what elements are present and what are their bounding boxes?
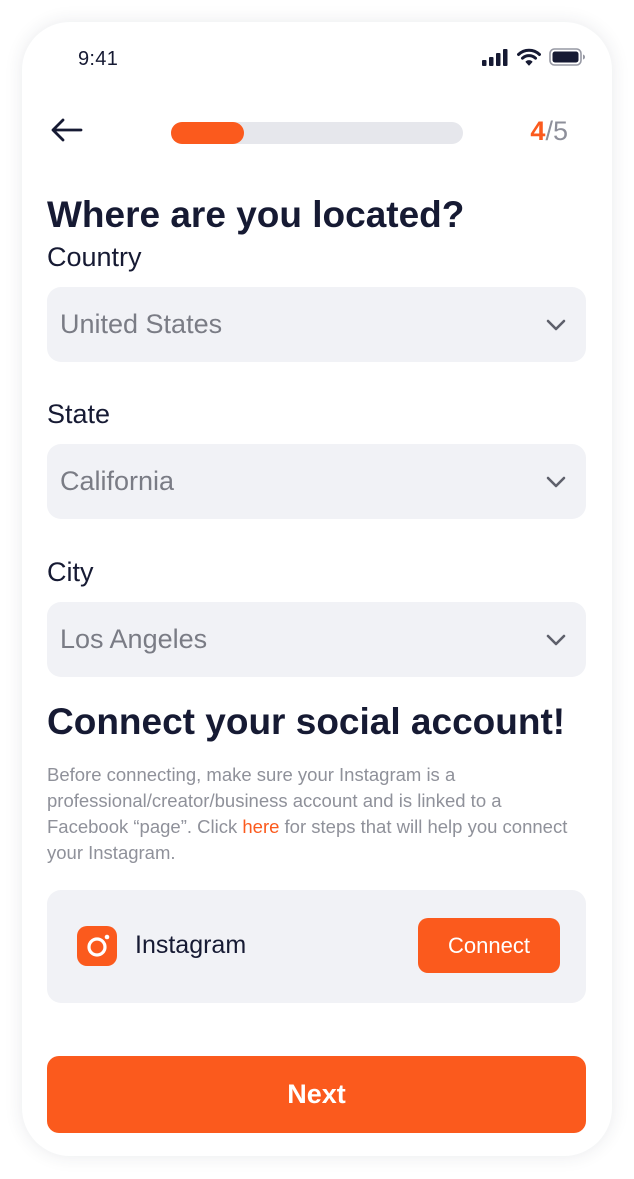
arrow-left-icon — [51, 118, 83, 142]
status-icons — [482, 48, 586, 66]
city-value: Los Angeles — [60, 624, 208, 654]
step-total: 5 — [552, 116, 568, 146]
step-separator: / — [545, 116, 553, 146]
country-value: United States — [60, 309, 223, 339]
signal-icon — [482, 48, 508, 66]
next-button[interactable]: Next — [47, 1056, 586, 1133]
battery-icon — [549, 48, 585, 66]
chevron-down-icon — [546, 319, 566, 330]
state-value: California — [60, 466, 175, 496]
phone-frame: 9:41 4/5 Where are you located? Country … — [22, 22, 612, 1156]
status-time: 9:41 — [78, 48, 119, 70]
chevron-down-icon — [546, 634, 566, 645]
back-button[interactable] — [50, 117, 84, 143]
progress-bar — [171, 122, 463, 144]
step-indicator: 4/5 — [530, 116, 568, 147]
instagram-label: Instagram — [135, 931, 247, 959]
country-select[interactable]: United States — [47, 287, 586, 362]
social-description: Before connecting, make sure your Instag… — [47, 762, 577, 866]
instagram-card: Instagram Connect — [47, 890, 586, 1003]
state-select[interactable]: California — [47, 444, 586, 519]
page-title: Where are you located? — [47, 194, 465, 235]
connect-instagram-button[interactable]: Connect — [418, 918, 560, 973]
chevron-down-icon — [546, 476, 566, 487]
city-label: City — [47, 557, 94, 587]
social-section-title: Connect your social account! — [47, 701, 566, 742]
instagram-icon — [77, 926, 117, 966]
progress-fill — [171, 122, 244, 144]
step-current: 4 — [530, 116, 546, 146]
state-label: State — [47, 399, 111, 429]
country-label: Country — [47, 242, 142, 272]
city-select[interactable]: Los Angeles — [47, 602, 586, 677]
help-link[interactable]: here — [242, 816, 279, 837]
wifi-icon — [517, 48, 541, 66]
